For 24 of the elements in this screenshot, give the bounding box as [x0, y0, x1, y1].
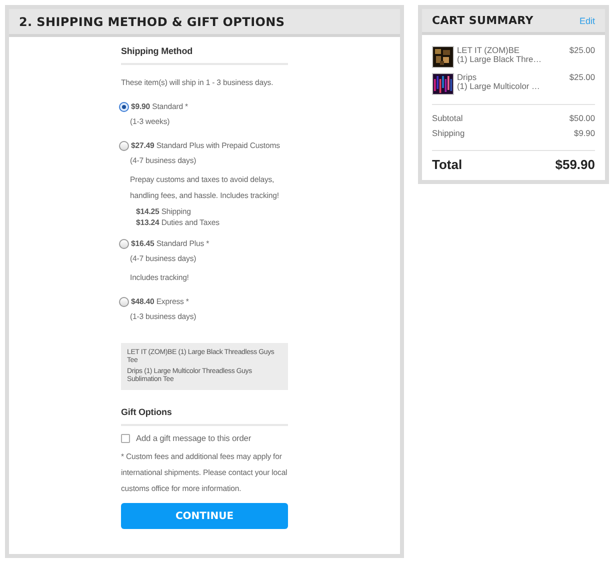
shipping-label: Shipping: [432, 127, 465, 140]
section-title: Shipping Method: [121, 46, 288, 65]
checkbox-label: Add a gift message to this order: [136, 433, 252, 443]
radio-button[interactable]: [119, 238, 129, 248]
product-price: $25.00: [569, 73, 595, 82]
radio-button[interactable]: [119, 296, 129, 306]
checkbox[interactable]: [121, 434, 130, 442]
panel-title: CART SUMMARY: [432, 14, 534, 27]
product-price: $25.00: [569, 46, 595, 55]
product-detail: (1) Large Multicolor …: [457, 82, 541, 91]
total-value: $59.90: [555, 157, 595, 172]
edit-link[interactable]: Edit: [579, 16, 595, 26]
section-title: Gift Options: [121, 407, 288, 426]
product-name: Drips: [457, 73, 478, 82]
radio-button[interactable]: [119, 140, 129, 150]
continue-button[interactable]: CONTINUE: [121, 503, 288, 529]
panel-title: 2. SHIPPING METHOD & GIFT OPTIONS: [19, 14, 285, 28]
total-label: Total: [432, 157, 462, 172]
radio-button[interactable]: [119, 102, 129, 112]
product-name: LET IT (ZOM)BE: [457, 46, 521, 55]
subtotal-value: $50.00: [569, 112, 595, 125]
shipping-value: $9.90: [574, 127, 595, 140]
subtotal-label: Subtotal: [432, 112, 463, 125]
product-detail: (1) Large Black Thre…: [457, 55, 543, 64]
